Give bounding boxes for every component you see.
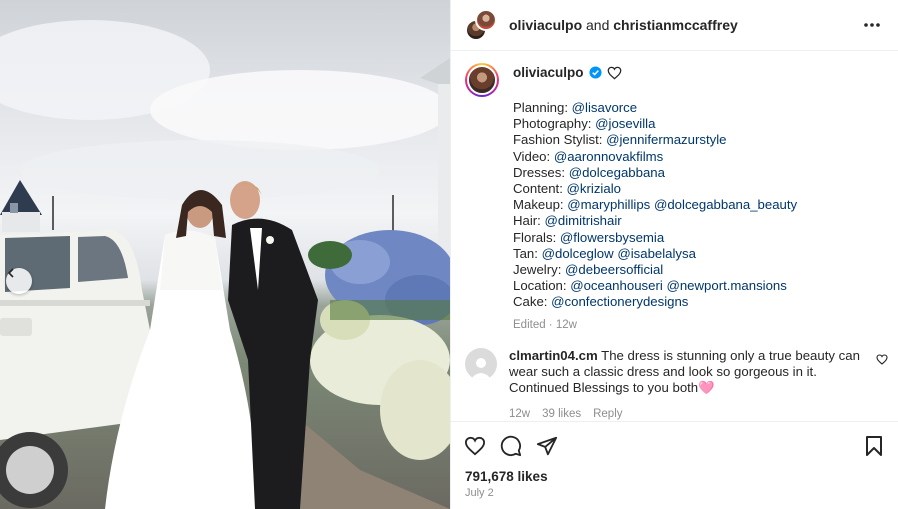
share-button[interactable] — [535, 434, 559, 458]
mention-link[interactable]: @isabelalysa — [617, 246, 696, 261]
caption-line: Fashion Stylist: @jennifermazurstyle — [513, 132, 884, 148]
post-photo[interactable] — [0, 0, 450, 509]
default-avatar-icon — [470, 357, 492, 380]
like-button[interactable] — [463, 434, 487, 458]
header-joiner: and — [586, 17, 610, 33]
mention-link[interactable]: @newport.mansions — [666, 278, 786, 293]
post-details-panel: oliviaculpo and christianmccaffrey olivi… — [450, 0, 898, 509]
header-username-1[interactable]: oliviaculpo — [509, 17, 582, 33]
mention-link[interactable]: @aaronnovakfilms — [554, 149, 663, 164]
reply-button[interactable]: Reply — [593, 406, 622, 421]
mention-link[interactable]: @dimitrishair — [545, 213, 622, 228]
caption-line-label: Planning: — [513, 100, 568, 115]
caption-line: Makeup: @maryphillips @dolcegabbana_beau… — [513, 197, 884, 213]
caption-line: Video: @aaronnovakfilms — [513, 149, 884, 165]
more-horizontal-icon — [864, 23, 880, 27]
caption-line: Florals: @flowersbysemia — [513, 230, 884, 246]
comment-time: 12w — [509, 408, 531, 421]
mention-link[interactable]: @dolceglow — [542, 246, 614, 261]
comment-avatar[interactable] — [465, 347, 497, 380]
mention-link[interactable]: @dolcegabbana_beauty — [654, 197, 797, 212]
caption-line: Hair: @dimitrishair — [513, 213, 884, 229]
mention-link[interactable]: @confectionerydesigns — [551, 294, 688, 309]
caption-line-label: Jewelry: — [513, 262, 562, 278]
caption-text: Planning: @lisavorce Photography: @josevi… — [513, 100, 884, 311]
caption-line: Location: @oceanhouseri @newport.mansion… — [513, 278, 884, 294]
comment-item: clmartin04.cm The dress is stunning only… — [465, 347, 888, 421]
caption-line: Photography: @josevilla — [513, 116, 884, 132]
send-icon — [536, 436, 558, 455]
header-username-2[interactable]: christianmccaffrey — [613, 17, 738, 33]
mention-link[interactable]: @maryphillips — [567, 197, 650, 212]
comment-button[interactable] — [499, 434, 523, 458]
caption-line-label: Cake: — [513, 294, 548, 310]
more-options-button[interactable] — [860, 13, 884, 37]
caption-line-label: Tan: — [513, 245, 538, 261]
collab-avatars[interactable] — [465, 9, 497, 41]
comment-username[interactable]: clmartin04.cm — [509, 348, 598, 363]
caption-line-label: Florals: — [513, 229, 557, 245]
caption-line-label: Hair: — [513, 213, 541, 229]
mention-link[interactable]: @debeersofficial — [565, 262, 663, 277]
caption-username[interactable]: oliviaculpo — [513, 65, 584, 80]
collab-usernames: oliviaculpo and christianmccaffrey — [509, 17, 860, 33]
caption-line: Dresses: @dolcegabbana — [513, 165, 884, 181]
caption-line-label: Dresses: — [513, 164, 566, 180]
caption-avatar[interactable] — [465, 63, 499, 97]
action-bar — [451, 421, 898, 469]
heart-outline-icon[interactable] — [607, 66, 622, 80]
caption-line-label: Makeup: — [513, 197, 564, 213]
caption-line: Planning: @lisavorce — [513, 100, 884, 116]
verified-badge-icon — [588, 66, 602, 79]
caption-line-label: Fashion Stylist: — [513, 132, 603, 148]
mention-link[interactable]: @krizialo — [567, 181, 621, 196]
caption-line: Content: @krizialo — [513, 181, 884, 197]
chevron-left-icon — [7, 268, 14, 278]
bookmark-icon — [866, 435, 882, 456]
post-date: July 2 — [465, 487, 494, 499]
comments-section: oliviaculpo Planning: @lisavorce Photogra… — [451, 51, 898, 421]
caption-line-label: Content: — [513, 181, 563, 197]
caption-line: Tan: @dolceglow @isabelalysa — [513, 246, 884, 262]
mention-link[interactable]: @oceanhouseri — [570, 278, 663, 293]
caption-line-label: Location: — [513, 278, 567, 294]
heart-icon — [464, 436, 486, 455]
mention-link[interactable]: @dolcegabbana — [569, 165, 665, 180]
caption-line: Jewelry: @debeersofficial — [513, 262, 884, 278]
caption-line-label: Photography: — [513, 116, 592, 132]
mention-link[interactable]: @flowersbysemia — [560, 230, 664, 245]
post-container: oliviaculpo and christianmccaffrey olivi… — [0, 0, 898, 509]
caption-meta: Edited · 12w — [513, 318, 577, 331]
avatar — [475, 9, 497, 31]
caption: oliviaculpo Planning: @lisavorce Photogra… — [465, 63, 884, 331]
save-button[interactable] — [862, 434, 886, 458]
comment-like-icon[interactable] — [876, 354, 888, 365]
previous-image-button[interactable] — [6, 268, 32, 294]
mention-link[interactable]: @josevilla — [595, 116, 655, 131]
comment-likes[interactable]: 39 likes — [542, 406, 581, 421]
post-header: oliviaculpo and christianmccaffrey — [451, 0, 898, 51]
comment-icon — [500, 435, 522, 456]
wedding-photo-illustration — [0, 20, 450, 509]
likes-count[interactable]: 791,678 likes — [451, 469, 898, 484]
mention-link[interactable]: @jennifermazurstyle — [606, 132, 726, 147]
caption-line-label: Video: — [513, 148, 551, 164]
caption-line: Cake: @confectionerydesigns — [513, 294, 884, 310]
mention-link[interactable]: @lisavorce — [572, 100, 637, 115]
